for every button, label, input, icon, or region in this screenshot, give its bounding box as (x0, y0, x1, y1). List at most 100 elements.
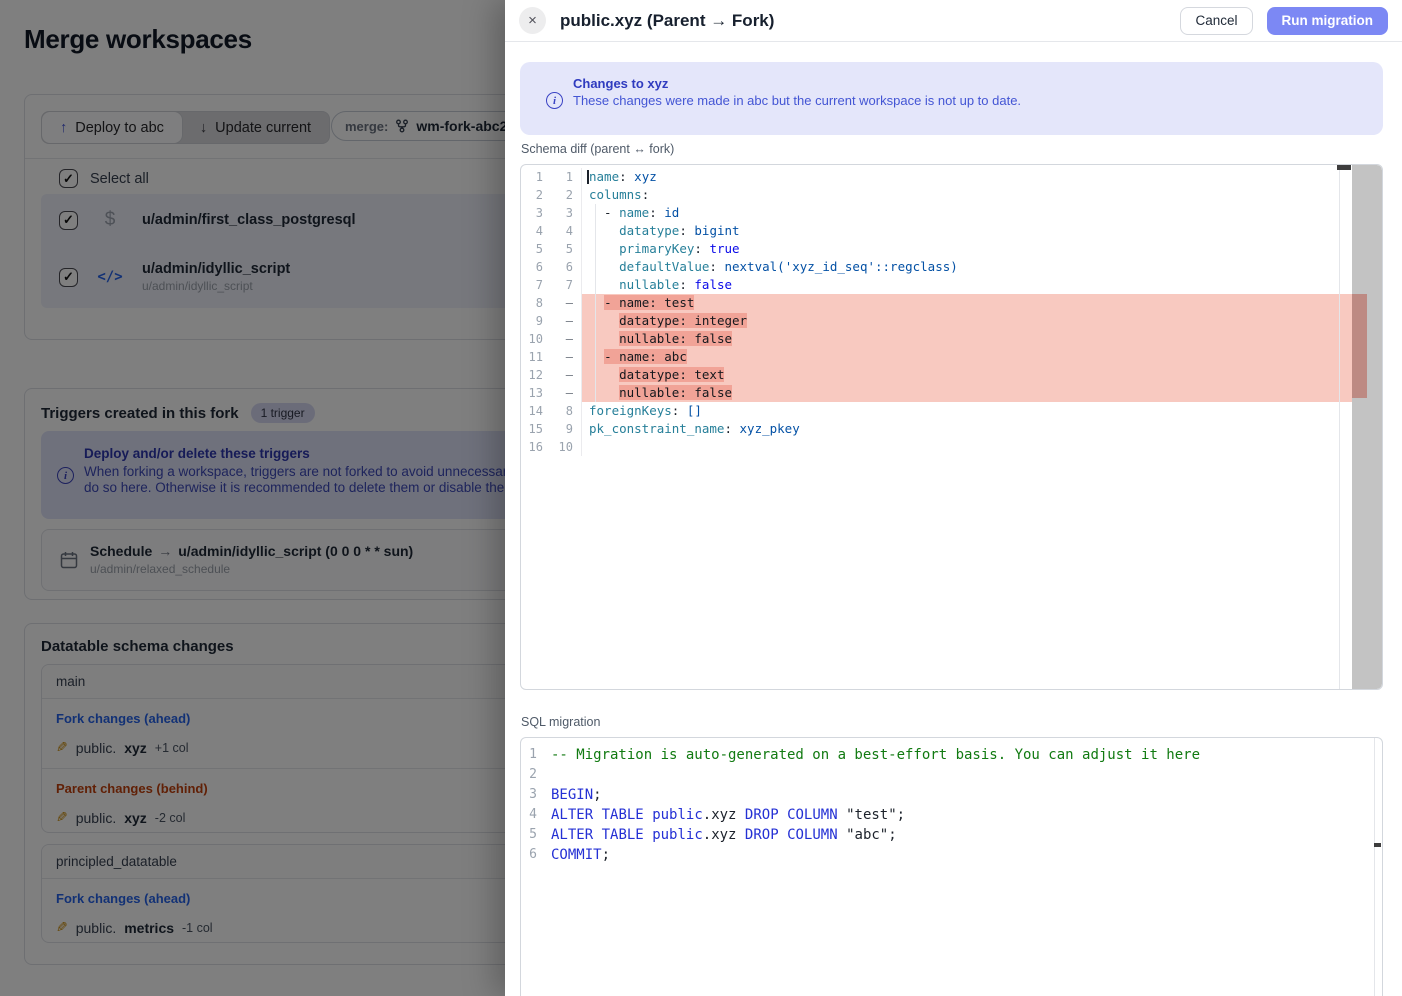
old-line-number: 2 (521, 186, 551, 204)
diff-line-code: name: xyz (581, 168, 1352, 186)
code-token (593, 807, 601, 823)
sql-migration-label: SQL migration (521, 715, 600, 729)
diff-line-code: primaryKey: true (581, 240, 1352, 258)
old-line-number: 7 (521, 276, 551, 294)
code-token (589, 241, 619, 256)
diff-line[interactable]: 148foreignKeys: [] (521, 402, 1352, 420)
diff-line[interactable]: 12– datatype: text (521, 366, 1352, 384)
new-line-number: 7 (551, 276, 581, 294)
code-token: primaryKey (619, 241, 694, 256)
diff-line-code: pk_constraint_name: xyz_pkey (581, 420, 1352, 438)
sql-line[interactable]: 2 (521, 765, 1366, 785)
diff-line-code: - name: id (581, 204, 1352, 222)
diff-line-code: defaultValue: nextval('xyz_id_seq'::regc… (581, 258, 1352, 276)
diff-line-code: datatype: bigint (581, 222, 1352, 240)
diff-line-code: datatype: integer (581, 312, 1352, 330)
code-token: .xyz (703, 827, 745, 843)
code-token: pk_constraint_name (589, 421, 724, 436)
sql-migration-editor[interactable]: 1-- Migration is auto-generated on a bes… (520, 737, 1383, 996)
code-token: true (709, 241, 739, 256)
diff-line[interactable]: 9– datatype: integer (521, 312, 1352, 330)
sql-line[interactable]: 3BEGIN; (521, 785, 1366, 805)
code-token (589, 223, 619, 238)
new-line-number: 2 (551, 186, 581, 204)
sql-line[interactable]: 6COMMIT; (521, 845, 1366, 865)
code-token: : (649, 205, 664, 220)
sql-line[interactable]: 4ALTER TABLE public.xyz DROP COLUMN "tes… (521, 805, 1366, 825)
schema-diff-editor[interactable]: 11name: xyz22columns:33 - name: id44 dat… (520, 164, 1383, 690)
code-token: : (642, 187, 650, 202)
code-token: xyz (634, 169, 657, 184)
scrollbar-thumb[interactable] (1374, 843, 1381, 847)
diff-line[interactable]: 13– nullable: false (521, 384, 1352, 402)
code-token: COMMIT (551, 847, 602, 863)
code-token: : (709, 259, 724, 274)
line-number: 2 (521, 765, 545, 785)
close-icon[interactable]: × (519, 7, 546, 34)
code-token: name (589, 169, 619, 184)
diff-line[interactable]: 159pk_constraint_name: xyz_pkey (521, 420, 1352, 438)
code-token: [] (687, 403, 702, 418)
overview-ruler[interactable] (1352, 165, 1382, 689)
diff-line-code: - name: test (581, 294, 1352, 312)
code-token: name (619, 205, 649, 220)
code-token (589, 259, 619, 274)
diff-line[interactable]: 33 - name: id (521, 204, 1352, 222)
new-line-number: 5 (551, 240, 581, 258)
sql-code-pane[interactable]: 1-- Migration is auto-generated on a bes… (521, 738, 1366, 996)
line-number: 3 (521, 785, 545, 805)
run-migration-button[interactable]: Run migration (1267, 7, 1389, 35)
diff-line-code: nullable: false (581, 276, 1352, 294)
old-line-number: 4 (521, 222, 551, 240)
diff-line[interactable]: 55 primaryKey: true (521, 240, 1352, 258)
new-line-number: – (551, 348, 581, 366)
sql-line-code (545, 765, 1366, 785)
sql-line-code: COMMIT; (545, 845, 1366, 865)
diff-line[interactable]: 44 datatype: bigint (521, 222, 1352, 240)
code-token: datatype: text (619, 367, 724, 382)
new-line-number: – (551, 312, 581, 330)
old-line-number: 5 (521, 240, 551, 258)
editor-boundary-line (1339, 165, 1340, 689)
code-token: : (679, 277, 694, 292)
code-token (589, 367, 619, 382)
diff-line[interactable]: 11name: xyz (521, 168, 1352, 186)
code-token: TABLE (602, 827, 644, 843)
code-token: COLUMN (787, 827, 838, 843)
code-token: : (619, 169, 634, 184)
diff-line-code (581, 438, 1352, 456)
diff-line[interactable]: 1610 (521, 438, 1352, 456)
code-token: ALTER (551, 827, 593, 843)
old-line-number: 10 (521, 330, 551, 348)
diff-line-code: nullable: false (581, 384, 1352, 402)
diff-line[interactable]: 10– nullable: false (521, 330, 1352, 348)
diff-line[interactable]: 66 defaultValue: nextval('xyz_id_seq'::r… (521, 258, 1352, 276)
diff-line[interactable]: 22columns: (521, 186, 1352, 204)
old-line-number: 3 (521, 204, 551, 222)
code-token: : (724, 421, 739, 436)
new-line-number: 10 (551, 438, 581, 456)
code-token: nextval('xyz_id_seq'::regclass) (724, 259, 957, 274)
code-token: BEGIN (551, 787, 593, 803)
code-token: - (589, 205, 619, 220)
cancel-button[interactable]: Cancel (1180, 7, 1252, 35)
diff-line-code: foreignKeys: [] (581, 402, 1352, 420)
drawer-title: public.xyz (Parent → Fork) (560, 11, 1166, 31)
sql-line[interactable]: 5ALTER TABLE public.xyz DROP COLUMN "abc… (521, 825, 1366, 845)
drawer-header: × public.xyz (Parent → Fork) Cancel Run … (505, 0, 1402, 42)
old-line-number: 11 (521, 348, 551, 366)
indent-guide (595, 204, 596, 402)
sql-line[interactable]: 1-- Migration is auto-generated on a bes… (521, 745, 1366, 765)
code-token: id (664, 205, 679, 220)
diff-line[interactable]: 77 nullable: false (521, 276, 1352, 294)
changes-banner-body: These changes were made in abc but the c… (573, 93, 1021, 108)
diff-line[interactable]: 8– - name: test (521, 294, 1352, 312)
code-token (593, 827, 601, 843)
diff-line[interactable]: 11– - name: abc (521, 348, 1352, 366)
code-token (589, 313, 619, 328)
scrollbar-thumb[interactable] (1337, 165, 1351, 170)
diff-code-pane[interactable]: 11name: xyz22columns:33 - name: id44 dat… (521, 165, 1352, 689)
code-token: "abc"; (838, 827, 897, 843)
old-line-number: 15 (521, 420, 551, 438)
line-number: 6 (521, 845, 545, 865)
